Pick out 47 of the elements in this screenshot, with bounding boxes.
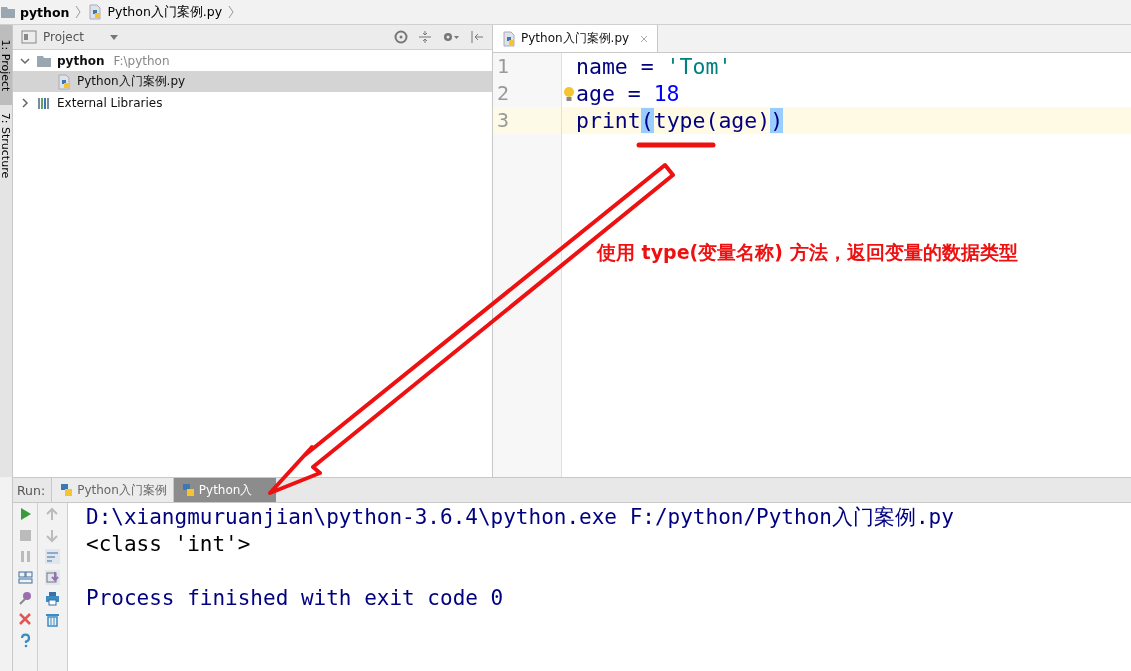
tree-item[interactable]: External Libraries [57,95,163,110]
console-line: <class 'int'> [86,531,252,558]
code-line: print(type(age)) [576,108,784,133]
chevron-icon [228,4,235,20]
python-icon [58,482,75,498]
trash-icon [45,612,60,627]
settings-icon [442,30,460,44]
run-label: Run: [16,482,47,498]
python-file-icon [87,4,104,20]
annotation-text: 使用 type(变量名称) 方法，返回变量的数据类型 [597,240,1018,265]
view-selector[interactable]: Project [43,30,103,44]
tree-item[interactable]: Python入门案例.py [77,73,186,90]
folder-icon [0,4,16,20]
code-line: name = 'Tom' [576,54,732,79]
layout-icon [17,570,33,585]
hide-panel-icon [470,30,484,44]
down-arrow-icon [45,528,60,543]
close-icon [639,33,650,44]
scroll-to-end-icon [45,570,60,585]
side-tab[interactable]: 1: Project [0,25,12,105]
lightbulb-icon [563,86,575,102]
target-icon [394,30,408,44]
run-tab[interactable]: Python入门案例 [51,478,173,502]
close-icon [17,612,33,627]
folder-path: F:\python [113,53,170,68]
line-number: 1 [496,53,511,80]
line-number: 3 [493,107,561,134]
dropdown-caret-icon [109,32,119,42]
project-view-icon [21,29,37,45]
editor-tab[interactable]: Python入门案例.py [493,25,659,52]
up-arrow-icon [45,507,60,522]
code-line: age = 18 [576,81,680,106]
collapse-icon [418,30,432,44]
tree-item[interactable]: python [57,53,105,68]
python-file-icon [56,73,72,90]
chevron-icon [75,4,82,20]
breadcrumb-item[interactable]: Python入门案例.py [107,3,223,21]
breadcrumb-item[interactable]: python [20,4,70,20]
console-line: D:\xiangmuruanjian\python-3.6.4\python.exe F:/python/Python入门案例.py [86,504,955,531]
stop-icon [17,528,33,543]
pin-icon [17,591,33,606]
soft-wrap-icon [45,549,60,564]
python-file-icon [501,30,517,47]
print-icon [45,591,60,606]
side-tab[interactable]: 7: Structure [0,105,12,185]
line-number: 2 [496,80,511,107]
console-line: Process finished with exit code 0 [86,585,505,612]
